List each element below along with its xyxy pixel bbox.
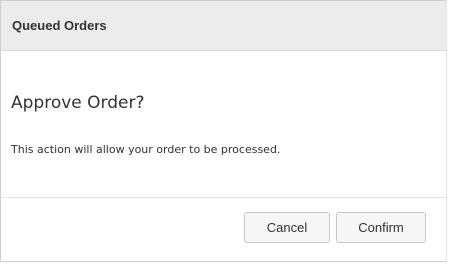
approve-order-dialog: Queued Orders Approve Order? This action… xyxy=(0,0,447,262)
dialog-body: Approve Order? This action will allow yo… xyxy=(1,93,446,157)
dialog-footer: Cancel Confirm xyxy=(244,212,426,243)
confirm-button[interactable]: Confirm xyxy=(336,212,426,243)
dialog-message: This action will allow your order to be … xyxy=(11,143,281,156)
dialog-heading: Approve Order? xyxy=(11,93,145,113)
cancel-button[interactable]: Cancel xyxy=(244,212,330,243)
footer-divider xyxy=(1,197,446,198)
dialog-header: Queued Orders xyxy=(1,1,446,51)
dialog-title: Queued Orders xyxy=(12,18,107,33)
